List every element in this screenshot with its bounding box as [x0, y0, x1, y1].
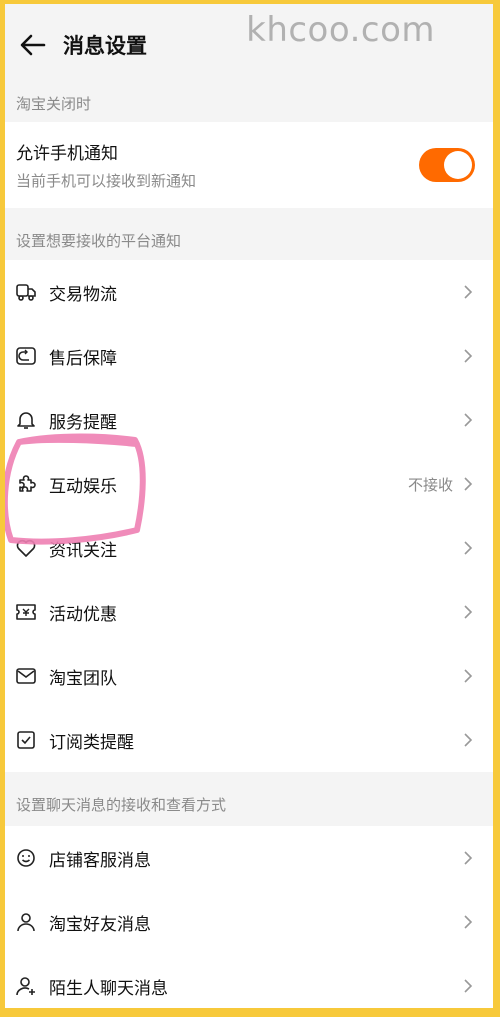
list-item-subscription-reminder[interactable]: 订阅类提醒 [5, 708, 493, 772]
user-plus-icon [16, 976, 36, 996]
checkbox-icon [16, 730, 36, 750]
toggle-title: 允许手机通知 [16, 144, 118, 164]
ticket-icon [16, 602, 36, 622]
list-item-stranger-chat-messages[interactable]: 陌生人聊天消息 [5, 954, 493, 1008]
item-label: 资讯关注 [49, 540, 117, 561]
list-item-service-reminder[interactable]: 服务提醒 [5, 388, 493, 452]
back-button[interactable] [13, 25, 53, 65]
item-label: 淘宝好友消息 [49, 914, 151, 935]
list-item-promotions[interactable]: 活动优惠 [5, 580, 493, 644]
chevron-right-icon [464, 349, 473, 363]
list-item-news-follow[interactable]: 资讯关注 [5, 516, 493, 580]
phone-screen: 消息设置 淘宝关闭时 允许手机通知 当前手机可以接收到新通知 设置想要接收的平台… [5, 4, 493, 1008]
bell-icon [16, 410, 36, 430]
list-item-friend-messages[interactable]: 淘宝好友消息 [5, 890, 493, 954]
toggle-knob [444, 151, 472, 179]
chat-message-list: 店铺客服消息 淘宝好友消息 陌生人聊天消息 [5, 826, 493, 1008]
platform-notification-list: 交易物流 售后保障 服务提醒 互动娱乐 不接收 资讯关注 活动优惠 淘宝团队 订… [5, 260, 493, 772]
allow-phone-notification-row: 允许手机通知 当前手机可以接收到新通知 [5, 122, 493, 208]
chevron-right-icon [464, 285, 473, 299]
list-item-taobao-team[interactable]: 淘宝团队 [5, 644, 493, 708]
chevron-right-icon [464, 915, 473, 929]
section-header-platform: 设置想要接收的平台通知 [5, 208, 493, 260]
item-label: 陌生人聊天消息 [49, 978, 168, 999]
page-title: 消息设置 [63, 34, 147, 58]
chevron-right-icon [464, 979, 473, 993]
item-label: 订阅类提醒 [49, 732, 134, 753]
chevron-right-icon [464, 413, 473, 427]
chevron-right-icon [464, 669, 473, 683]
puzzle-icon [16, 474, 36, 494]
mail-icon [16, 666, 36, 686]
chevron-right-icon [464, 541, 473, 555]
truck-icon [16, 282, 36, 302]
list-item-trade-logistics[interactable]: 交易物流 [5, 260, 493, 324]
item-label: 淘宝团队 [49, 668, 117, 689]
section-header-closed: 淘宝关闭时 [5, 86, 493, 122]
refund-icon [16, 346, 36, 366]
toggle-subtitle: 当前手机可以接收到新通知 [16, 172, 197, 190]
item-label: 店铺客服消息 [49, 850, 151, 871]
item-status: 不接收 [407, 475, 453, 494]
section-header-chat: 设置聊天消息的接收和查看方式 [5, 772, 493, 826]
item-label: 售后保障 [49, 348, 117, 369]
watermark: khcoo.com [246, 10, 435, 50]
item-label: 交易物流 [49, 284, 117, 305]
item-label: 服务提醒 [49, 412, 117, 433]
list-item-after-sales[interactable]: 售后保障 [5, 324, 493, 388]
list-item-interactive-entertainment[interactable]: 互动娱乐 不接收 [5, 452, 493, 516]
heart-icon [16, 538, 36, 558]
chevron-right-icon [464, 477, 473, 491]
item-label: 互动娱乐 [49, 476, 117, 497]
chevron-right-icon [464, 851, 473, 865]
user-icon [16, 912, 36, 932]
chevron-right-icon [464, 605, 473, 619]
item-label: 活动优惠 [49, 604, 117, 625]
allow-notification-toggle[interactable] [419, 148, 475, 182]
smile-icon [16, 848, 36, 868]
arrow-left-icon [20, 34, 46, 56]
chevron-right-icon [464, 733, 473, 747]
list-item-shop-service-messages[interactable]: 店铺客服消息 [5, 826, 493, 890]
